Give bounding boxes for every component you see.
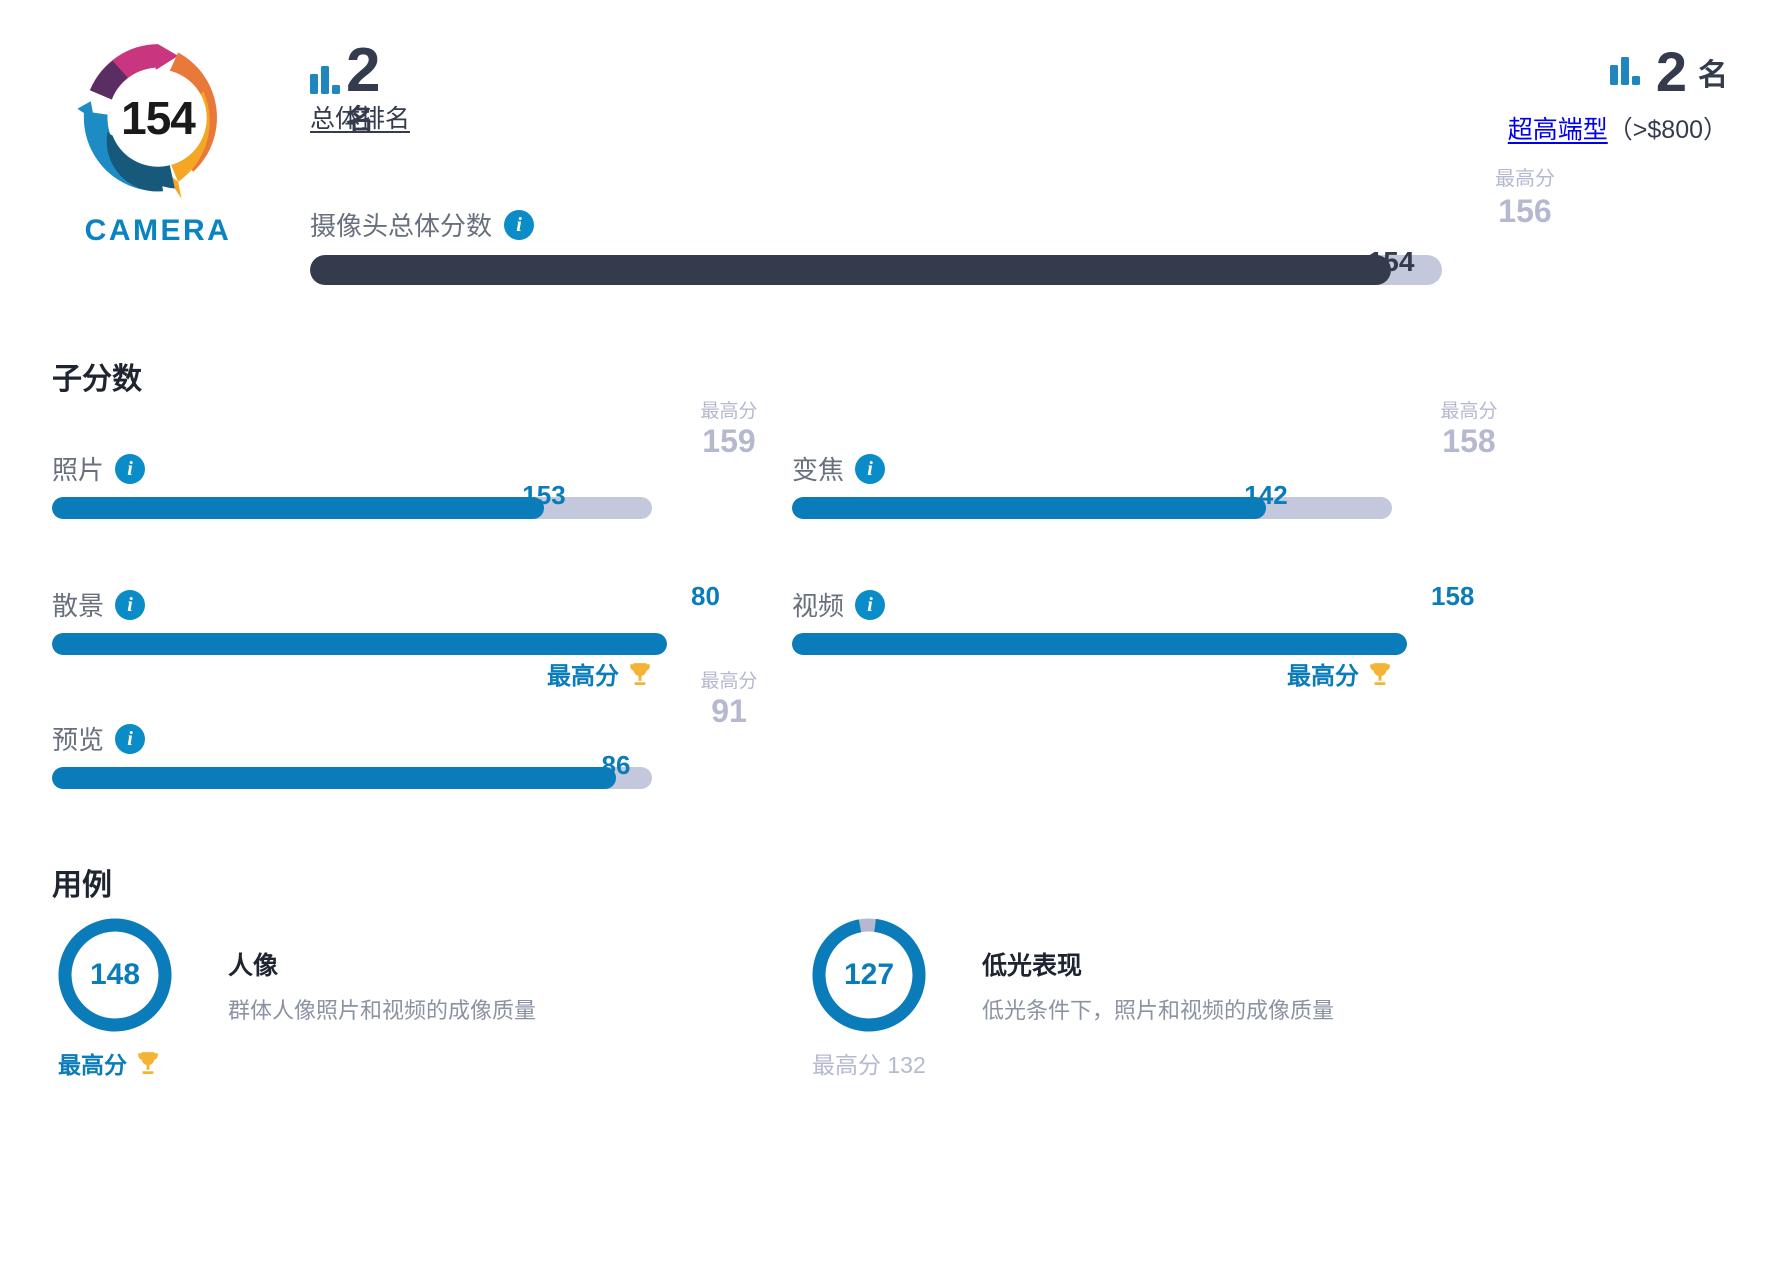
subscore-label-row: 散景 i (52, 586, 787, 623)
usecase-score-value: 148 (89, 958, 141, 991)
trophy-icon (138, 1052, 158, 1075)
usecase-description: 群体人像照片和视频的成像质量 (228, 998, 537, 1023)
subscore-label: 照片 (52, 455, 105, 485)
camera-word-label: CAMERA (84, 214, 232, 247)
subscore-max-value: 91 (711, 692, 747, 729)
usecase-best-badge: 最高分 (58, 1046, 161, 1080)
segment-rank-suffix: （>$800） (1607, 116, 1728, 144)
subscore-progress-fill (52, 497, 544, 519)
usecase-text-block: 人像群体人像照片和视频的成像质量 (228, 946, 536, 1025)
subscore-max-caption: 最高分 (700, 401, 758, 422)
subscore-max-caption: 最高分 (700, 671, 758, 692)
overall-track-row: 最高分 156 154 (310, 168, 1555, 285)
segment-rank-unit: 名 (1698, 59, 1728, 92)
overall-progress-fill (310, 255, 1392, 285)
subscores-heading: 子分数 (52, 363, 142, 396)
usecases-heading: 用例 (52, 869, 112, 902)
subscore-label-row: 变焦 i (792, 450, 1512, 487)
subscore-progress-track (792, 497, 1392, 519)
subscore-max-caption: 最高分 (1440, 401, 1498, 422)
camera-score-page: 154 CAMERA 2 名 总体排名 2 名 超高端型（>$800） 摄像头总… (0, 0, 1766, 1264)
subscore-progress-fill (792, 497, 1266, 519)
overall-rank-number: 2 (346, 36, 380, 105)
subscore-label-row: 视频 i (792, 586, 1527, 623)
subscore-max-score: 最高分 159 (674, 402, 784, 459)
usecase-best-label: 最高分 (58, 1052, 127, 1078)
bar-chart-icon (1609, 55, 1644, 90)
subscore-progress-fill (52, 633, 667, 655)
segment-rank-link-row: 超高端型（>$800） (1508, 110, 1728, 146)
subscores-section: 照片 i 最高分 159 153 变焦 i 最高分 158 142 散景 i 80 最高分 视频 i 158 最高… (0, 402, 1766, 828)
subscore-item: 视频 i 158 最高分 (792, 581, 1527, 690)
subscore-item: 散景 i 80 最高分 (52, 581, 787, 690)
info-icon[interactable]: i (855, 589, 886, 620)
overall-score-label: 摄像头总体分数 (310, 211, 493, 241)
segment-rank-link[interactable]: 超高端型 (1508, 116, 1608, 144)
subscore-label: 散景 (52, 591, 105, 621)
usecase-max-label: 最高分 132 (812, 1052, 926, 1078)
usecase-title: 人像 (228, 952, 279, 980)
subscore-progress-fill (52, 767, 616, 789)
subscore-best-label: 最高分 (1287, 663, 1359, 690)
segment-rank-number: 2 (1655, 40, 1687, 103)
score-ring-graphic (77, 44, 217, 199)
usecase-text-block: 低光表现低光条件下，照片和视频的成像质量 (982, 946, 1334, 1025)
usecase-item: 127 低光表现低光条件下，照片和视频的成像质量最高分 132 (812, 918, 1512, 1078)
subscore-value: 80 (691, 581, 720, 611)
usecase-description: 低光条件下，照片和视频的成像质量 (982, 998, 1335, 1023)
subscore-progress-track (52, 767, 652, 789)
overall-score-value: 154 (1367, 246, 1415, 277)
usecase-gauge: 127 (812, 918, 926, 1032)
overall-progress-track (310, 255, 1442, 285)
info-icon[interactable]: i (855, 453, 886, 484)
subscore-best-badge: 最高分 (547, 656, 653, 691)
top-summary-section: 154 CAMERA 2 名 总体排名 2 名 超高端型（>$800） 摄像头总… (0, 0, 1766, 350)
overall-max-score: 最高分 156 (1470, 162, 1580, 230)
subscore-item: 照片 i 最高分 159 153 (52, 402, 772, 519)
trophy-icon (630, 662, 650, 685)
subscore-value: 158 (1431, 581, 1475, 611)
overall-rank-unit: 名 (346, 104, 375, 135)
subscore-progress-track (52, 633, 667, 655)
subscore-max-score: 最高分 158 (1414, 402, 1524, 459)
subscore-progress-fill (792, 633, 1407, 655)
subscore-progress-track (792, 633, 1407, 655)
subscore-label: 视频 (792, 591, 845, 621)
overall-score-bar-block: 摄像头总体分数 i 最高分 156 154 (310, 168, 1555, 285)
subscore-max-value: 158 (1442, 422, 1496, 459)
info-icon[interactable]: i (504, 209, 535, 240)
subscore-max-score: 最高分 91 (674, 672, 784, 729)
trophy-icon (1370, 662, 1390, 685)
overall-max-value: 156 (1498, 193, 1552, 229)
subscore-label: 预览 (52, 725, 105, 755)
subscore-item: 预览 i 最高分 91 86 (52, 672, 772, 789)
usecase-item: 148 人像群体人像照片和视频的成像质量最高分 (58, 918, 758, 1078)
overall-max-caption: 最高分 (1495, 168, 1555, 190)
bar-chart-icon (310, 64, 344, 99)
segment-rank-block: 2 名 超高端型（>$800） (1508, 44, 1728, 146)
subscore-label: 变焦 (792, 455, 845, 485)
subscore-item: 变焦 i 最高分 158 142 (792, 402, 1512, 519)
info-icon[interactable]: i (115, 589, 146, 620)
usecase-score-value: 127 (843, 958, 895, 991)
overall-rank-block: 2 名 总体排名 (310, 36, 410, 135)
subscore-best-badge: 最高分 (1287, 656, 1393, 691)
subscore-max-value: 159 (702, 422, 756, 459)
info-icon[interactable]: i (115, 453, 146, 484)
overall-score-label-row: 摄像头总体分数 i (310, 206, 1485, 243)
camera-score-logo: 154 CAMERA (58, 34, 258, 248)
usecase-gauge: 148 (58, 918, 172, 1032)
subscore-label-row: 预览 i (52, 720, 772, 757)
subscore-value: 142 (1244, 480, 1288, 510)
info-icon[interactable]: i (115, 723, 146, 754)
usecase-title: 低光表现 (982, 952, 1083, 980)
subscore-value: 86 (601, 750, 631, 780)
subscore-label-row: 照片 i (52, 450, 772, 487)
subscore-value: 153 (522, 480, 566, 510)
subscore-best-label: 最高分 (547, 663, 619, 690)
